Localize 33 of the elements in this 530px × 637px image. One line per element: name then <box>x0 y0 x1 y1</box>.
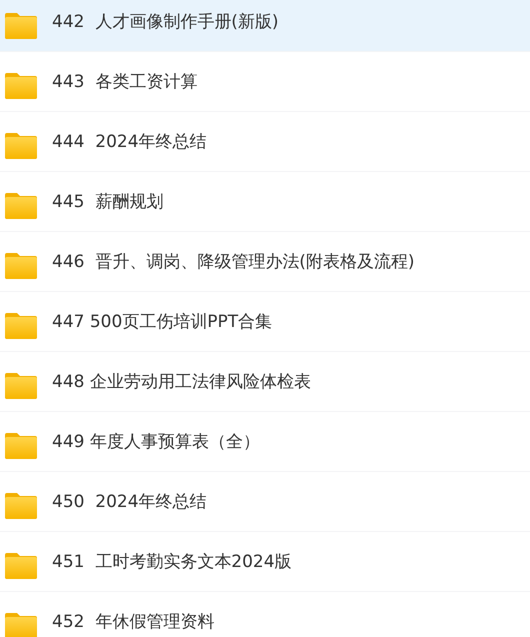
folder-icon <box>5 130 37 158</box>
folder-icon <box>5 70 37 98</box>
folder-icon <box>5 490 37 518</box>
folder-row[interactable]: 452 年休假管理资料 <box>0 592 530 637</box>
folder-row[interactable]: 445 薪酬规划 <box>0 172 530 232</box>
folder-row[interactable]: 449 年度人事预算表（全） <box>0 412 530 472</box>
folder-row[interactable]: 450 2024年终总结 <box>0 472 530 532</box>
folder-name: 452 年休假管理资料 <box>52 611 214 633</box>
folder-icon <box>5 250 37 278</box>
folder-icon <box>5 550 37 578</box>
folder-name: 443 各类工资计算 <box>52 71 198 93</box>
folder-icon <box>5 10 37 38</box>
folder-row[interactable]: 448 企业劳动用工法律风险体检表 <box>0 352 530 412</box>
folder-name: 446 晋升、调岗、降级管理办法(附表格及流程) <box>52 251 415 273</box>
folder-name: 447 500页工伤培训PPT合集 <box>52 311 272 333</box>
folder-name: 445 薪酬规划 <box>52 191 164 213</box>
folder-icon <box>5 190 37 218</box>
folder-row[interactable]: 451 工时考勤实务文本2024版 <box>0 532 530 592</box>
folder-row[interactable]: 442 人才画像制作手册(新版) <box>0 0 530 52</box>
folder-row[interactable]: 443 各类工资计算 <box>0 52 530 112</box>
folder-name: 449 年度人事预算表（全） <box>52 431 260 453</box>
folder-name: 444 2024年终总结 <box>52 131 207 153</box>
folder-row[interactable]: 446 晋升、调岗、降级管理办法(附表格及流程) <box>0 232 530 292</box>
folder-name: 448 企业劳动用工法律风险体检表 <box>52 371 311 393</box>
folder-row[interactable]: 444 2024年终总结 <box>0 112 530 172</box>
folder-icon <box>5 430 37 458</box>
folder-name: 442 人才画像制作手册(新版) <box>52 11 279 33</box>
folder-name: 450 2024年终总结 <box>52 491 207 513</box>
folder-icon <box>5 610 37 637</box>
folder-icon <box>5 370 37 398</box>
folder-name: 451 工时考勤实务文本2024版 <box>52 551 292 573</box>
folder-icon <box>5 310 37 338</box>
folder-row[interactable]: 447 500页工伤培训PPT合集 <box>0 292 530 352</box>
